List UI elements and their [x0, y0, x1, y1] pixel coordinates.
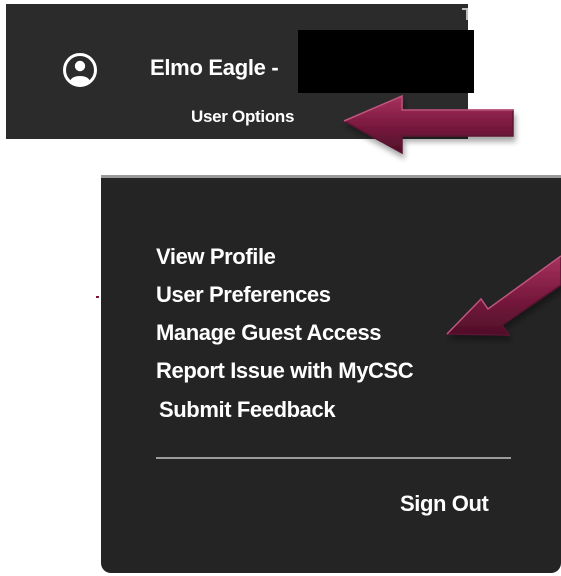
stray-mark	[96, 296, 99, 298]
user-options-link[interactable]: User Options	[191, 107, 294, 127]
menu-item-user-preferences[interactable]: User Preferences	[156, 282, 331, 308]
user-options-dropdown: View Profile User Preferences Manage Gue…	[101, 175, 561, 573]
user-name[interactable]: Elmo Eagle -	[150, 55, 279, 81]
sign-out-link[interactable]: Sign Out	[400, 491, 489, 517]
menu-divider	[156, 457, 511, 459]
redaction-block	[298, 30, 474, 93]
window-corner-mark	[462, 8, 468, 20]
user-circle-icon[interactable]	[62, 52, 98, 88]
menu-item-report-issue[interactable]: Report Issue with MyCSC	[156, 358, 414, 384]
menu-item-view-profile[interactable]: View Profile	[156, 244, 276, 270]
menu-item-manage-guest-access[interactable]: Manage Guest Access	[156, 320, 382, 346]
menu-item-submit-feedback[interactable]: Submit Feedback	[159, 397, 336, 423]
